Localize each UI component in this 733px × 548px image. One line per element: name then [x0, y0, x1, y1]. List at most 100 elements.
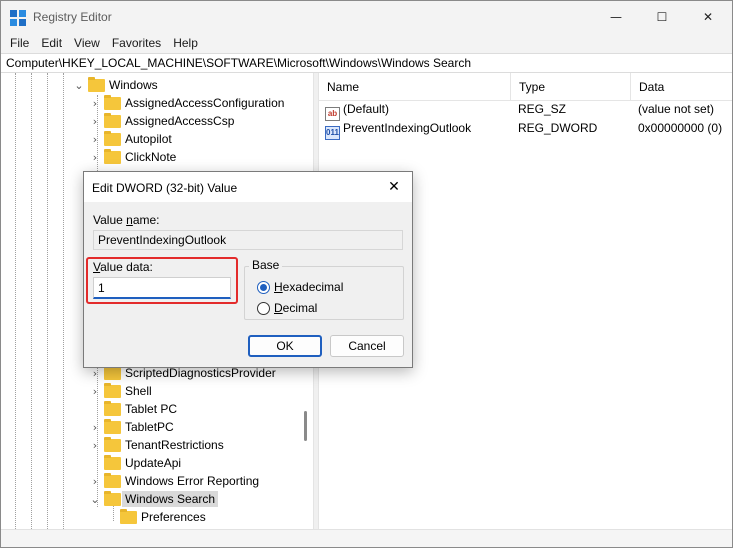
- decimal-radio[interactable]: Decimal: [257, 300, 317, 316]
- tree-item[interactable]: › TenantRestrictions: [89, 436, 224, 454]
- menu-view[interactable]: View: [68, 36, 106, 50]
- cancel-button[interactable]: Cancel: [330, 335, 404, 357]
- tree-item[interactable]: › Autopilot: [89, 130, 172, 148]
- column-header-data[interactable]: Data: [631, 73, 732, 101]
- registry-editor-app-icon: [10, 10, 26, 26]
- tree-item-label: ScriptedDiagnosticsProvider: [125, 366, 276, 380]
- tree-item-label: TabletPC: [125, 420, 174, 434]
- ok-button[interactable]: OK: [248, 335, 322, 357]
- value-name-label: Value name:: [93, 213, 160, 227]
- list-item[interactable]: 011 PreventIndexingOutlook REG_DWORD 0x00…: [319, 119, 732, 140]
- dialog-close-button[interactable]: ✕: [384, 177, 404, 197]
- folder-icon: [104, 400, 121, 416]
- menu-edit[interactable]: Edit: [35, 36, 68, 50]
- folder-icon: [104, 472, 121, 488]
- menu-file[interactable]: File: [4, 36, 35, 50]
- tree-item[interactable]: UpdateApi: [89, 454, 181, 472]
- chevron-right-icon[interactable]: ›: [89, 115, 101, 128]
- folder-icon: [104, 148, 121, 164]
- column-header-name[interactable]: Name: [319, 73, 511, 101]
- tree-item-label: TenantRestrictions: [125, 438, 224, 452]
- menu-help[interactable]: Help: [167, 36, 204, 50]
- chevron-right-icon[interactable]: ›: [89, 133, 101, 146]
- folder-icon: [104, 112, 121, 128]
- chevron-down-icon[interactable]: ⌄: [89, 493, 101, 506]
- tree-item-label: Autopilot: [125, 132, 172, 146]
- radio-selected-icon[interactable]: [257, 280, 270, 294]
- value-data-input[interactable]: [93, 277, 231, 299]
- tree-item[interactable]: Tablet PC: [89, 400, 177, 418]
- chevron-right-icon[interactable]: ›: [89, 475, 101, 488]
- window-title: Registry Editor: [33, 10, 112, 24]
- chevron-right-icon[interactable]: ›: [89, 367, 101, 380]
- maximize-button[interactable]: ☐: [639, 1, 685, 33]
- chevron-right-icon[interactable]: ›: [89, 385, 101, 398]
- edit-dword-dialog: Edit DWORD (32-bit) Value ✕ Value name: …: [83, 171, 413, 368]
- chevron-right-icon[interactable]: ›: [89, 97, 101, 110]
- chevron-right-icon[interactable]: ›: [89, 439, 101, 452]
- tree-item[interactable]: › Shell: [89, 382, 152, 400]
- value-type: REG_SZ: [518, 102, 567, 116]
- value-type: REG_DWORD: [518, 121, 598, 135]
- folder-icon: [104, 382, 121, 398]
- tree-item-label: UpdateApi: [125, 456, 182, 470]
- tree-item[interactable]: › Windows Error Reporting: [89, 472, 259, 490]
- tree-item-label: Tablet PC: [125, 402, 178, 416]
- list-item[interactable]: ab (Default) REG_SZ (value not set): [319, 100, 732, 121]
- tree-item[interactable]: › AssignedAccessConfiguration: [89, 94, 284, 112]
- address-bar[interactable]: Computer\HKEY_LOCAL_MACHINE\SOFTWARE\Mic…: [1, 53, 732, 73]
- tree-item[interactable]: Preferences: [105, 508, 206, 526]
- title-bar[interactable]: Registry Editor — ☐ ✕: [1, 1, 732, 33]
- base-label: Base: [249, 258, 283, 272]
- tree-item-label: AssignedAccessCsp: [125, 114, 235, 128]
- folder-icon: [104, 130, 121, 146]
- column-header-type[interactable]: Type: [511, 73, 631, 101]
- dialog-title: Edit DWORD (32-bit) Value: [92, 181, 238, 195]
- minimize-button[interactable]: —: [593, 1, 639, 33]
- menu-favorites[interactable]: Favorites: [106, 36, 167, 50]
- radio-unselected-icon[interactable]: [257, 301, 270, 315]
- tree-item-label: Preferences: [141, 510, 206, 524]
- menu-bar: File Edit View Favorites Help: [1, 33, 732, 53]
- folder-icon: [104, 364, 121, 380]
- tree-item[interactable]: › ClickNote: [89, 148, 176, 166]
- dialog-title-bar[interactable]: Edit DWORD (32-bit) Value ✕: [84, 172, 412, 202]
- scrollbar-thumb[interactable]: [304, 411, 307, 441]
- folder-icon: [104, 490, 121, 506]
- folder-icon: [104, 418, 121, 434]
- value-name: (Default): [343, 102, 390, 116]
- tree-item-windows[interactable]: ⌄ Windows: [73, 76, 158, 94]
- tree-item-label: ClickNote: [125, 150, 177, 164]
- folder-icon: [120, 508, 137, 524]
- close-window-button[interactable]: ✕: [685, 1, 731, 33]
- value-name-field: PreventIndexingOutlook: [93, 230, 403, 250]
- tree-item-label: Shell: [125, 384, 152, 398]
- list-header: Name Type Data: [319, 73, 732, 101]
- tree-item-label: Windows Error Reporting: [125, 474, 260, 488]
- tree-guide-line: [15, 73, 16, 529]
- tree-guide-line: [63, 73, 64, 529]
- tree-guide-line: [31, 73, 32, 529]
- folder-icon: [104, 94, 121, 110]
- hexadecimal-radio[interactable]: Hexadecimal: [257, 279, 343, 295]
- tree-item[interactable]: › TabletPC: [89, 418, 174, 436]
- value-data: (value not set): [638, 102, 715, 116]
- horizontal-scrollbar[interactable]: [1, 529, 732, 547]
- dword-value-icon: 011: [325, 126, 340, 140]
- value-data: 0x00000000 (0): [638, 121, 723, 135]
- tree-item-label-selected: Windows Search: [122, 491, 219, 507]
- tree-item-label: Windows: [109, 78, 158, 92]
- decimal-label: Decimal: [274, 301, 318, 315]
- chevron-down-icon[interactable]: ⌄: [73, 79, 85, 92]
- tree-item[interactable]: › AssignedAccessCsp: [89, 112, 234, 130]
- chevron-right-icon[interactable]: ›: [89, 151, 101, 164]
- value-name: PreventIndexingOutlook: [343, 121, 472, 135]
- folder-icon: [104, 436, 121, 452]
- tree-guide-line: [47, 73, 48, 529]
- base-group: Base Hexadecimal Decimal: [244, 258, 404, 320]
- value-name-cell: ab (Default): [325, 100, 390, 121]
- chevron-right-icon[interactable]: ›: [89, 421, 101, 434]
- folder-icon: [104, 454, 121, 470]
- folder-icon: [88, 76, 105, 92]
- tree-item-windows-search[interactable]: ⌄ Windows Search: [89, 490, 219, 508]
